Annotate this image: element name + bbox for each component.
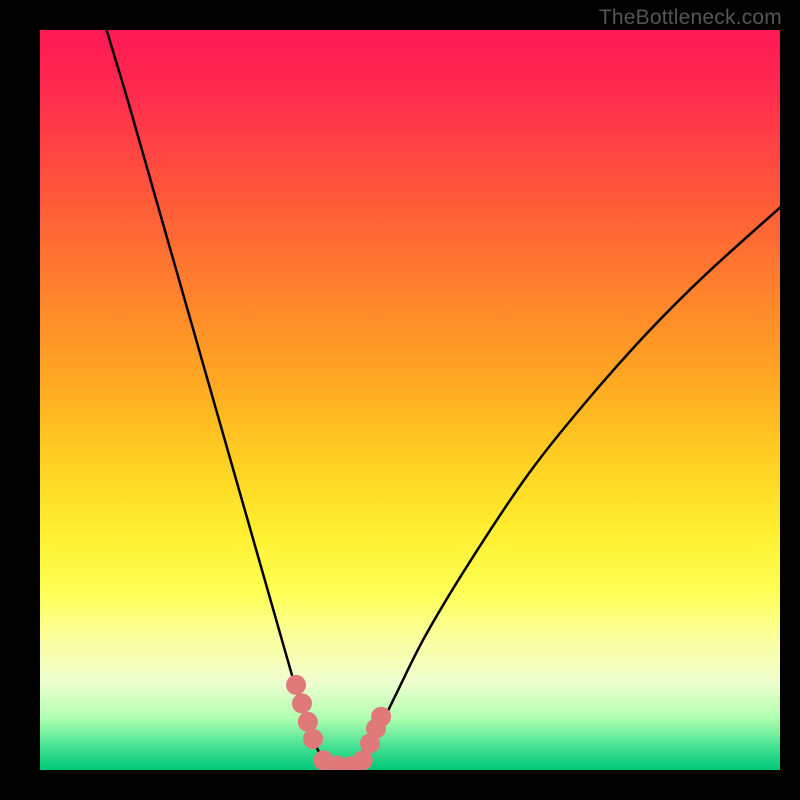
marker-point (303, 729, 323, 749)
marker-point (371, 707, 391, 727)
chart-svg (40, 30, 780, 770)
marker-point (292, 693, 312, 713)
markers-group (286, 675, 391, 770)
watermark-text: TheBottleneck.com (599, 6, 782, 30)
left-curve (107, 30, 351, 768)
marker-point (298, 712, 318, 732)
plot-area (40, 30, 780, 770)
marker-point (286, 675, 306, 695)
right-curve (351, 208, 780, 768)
